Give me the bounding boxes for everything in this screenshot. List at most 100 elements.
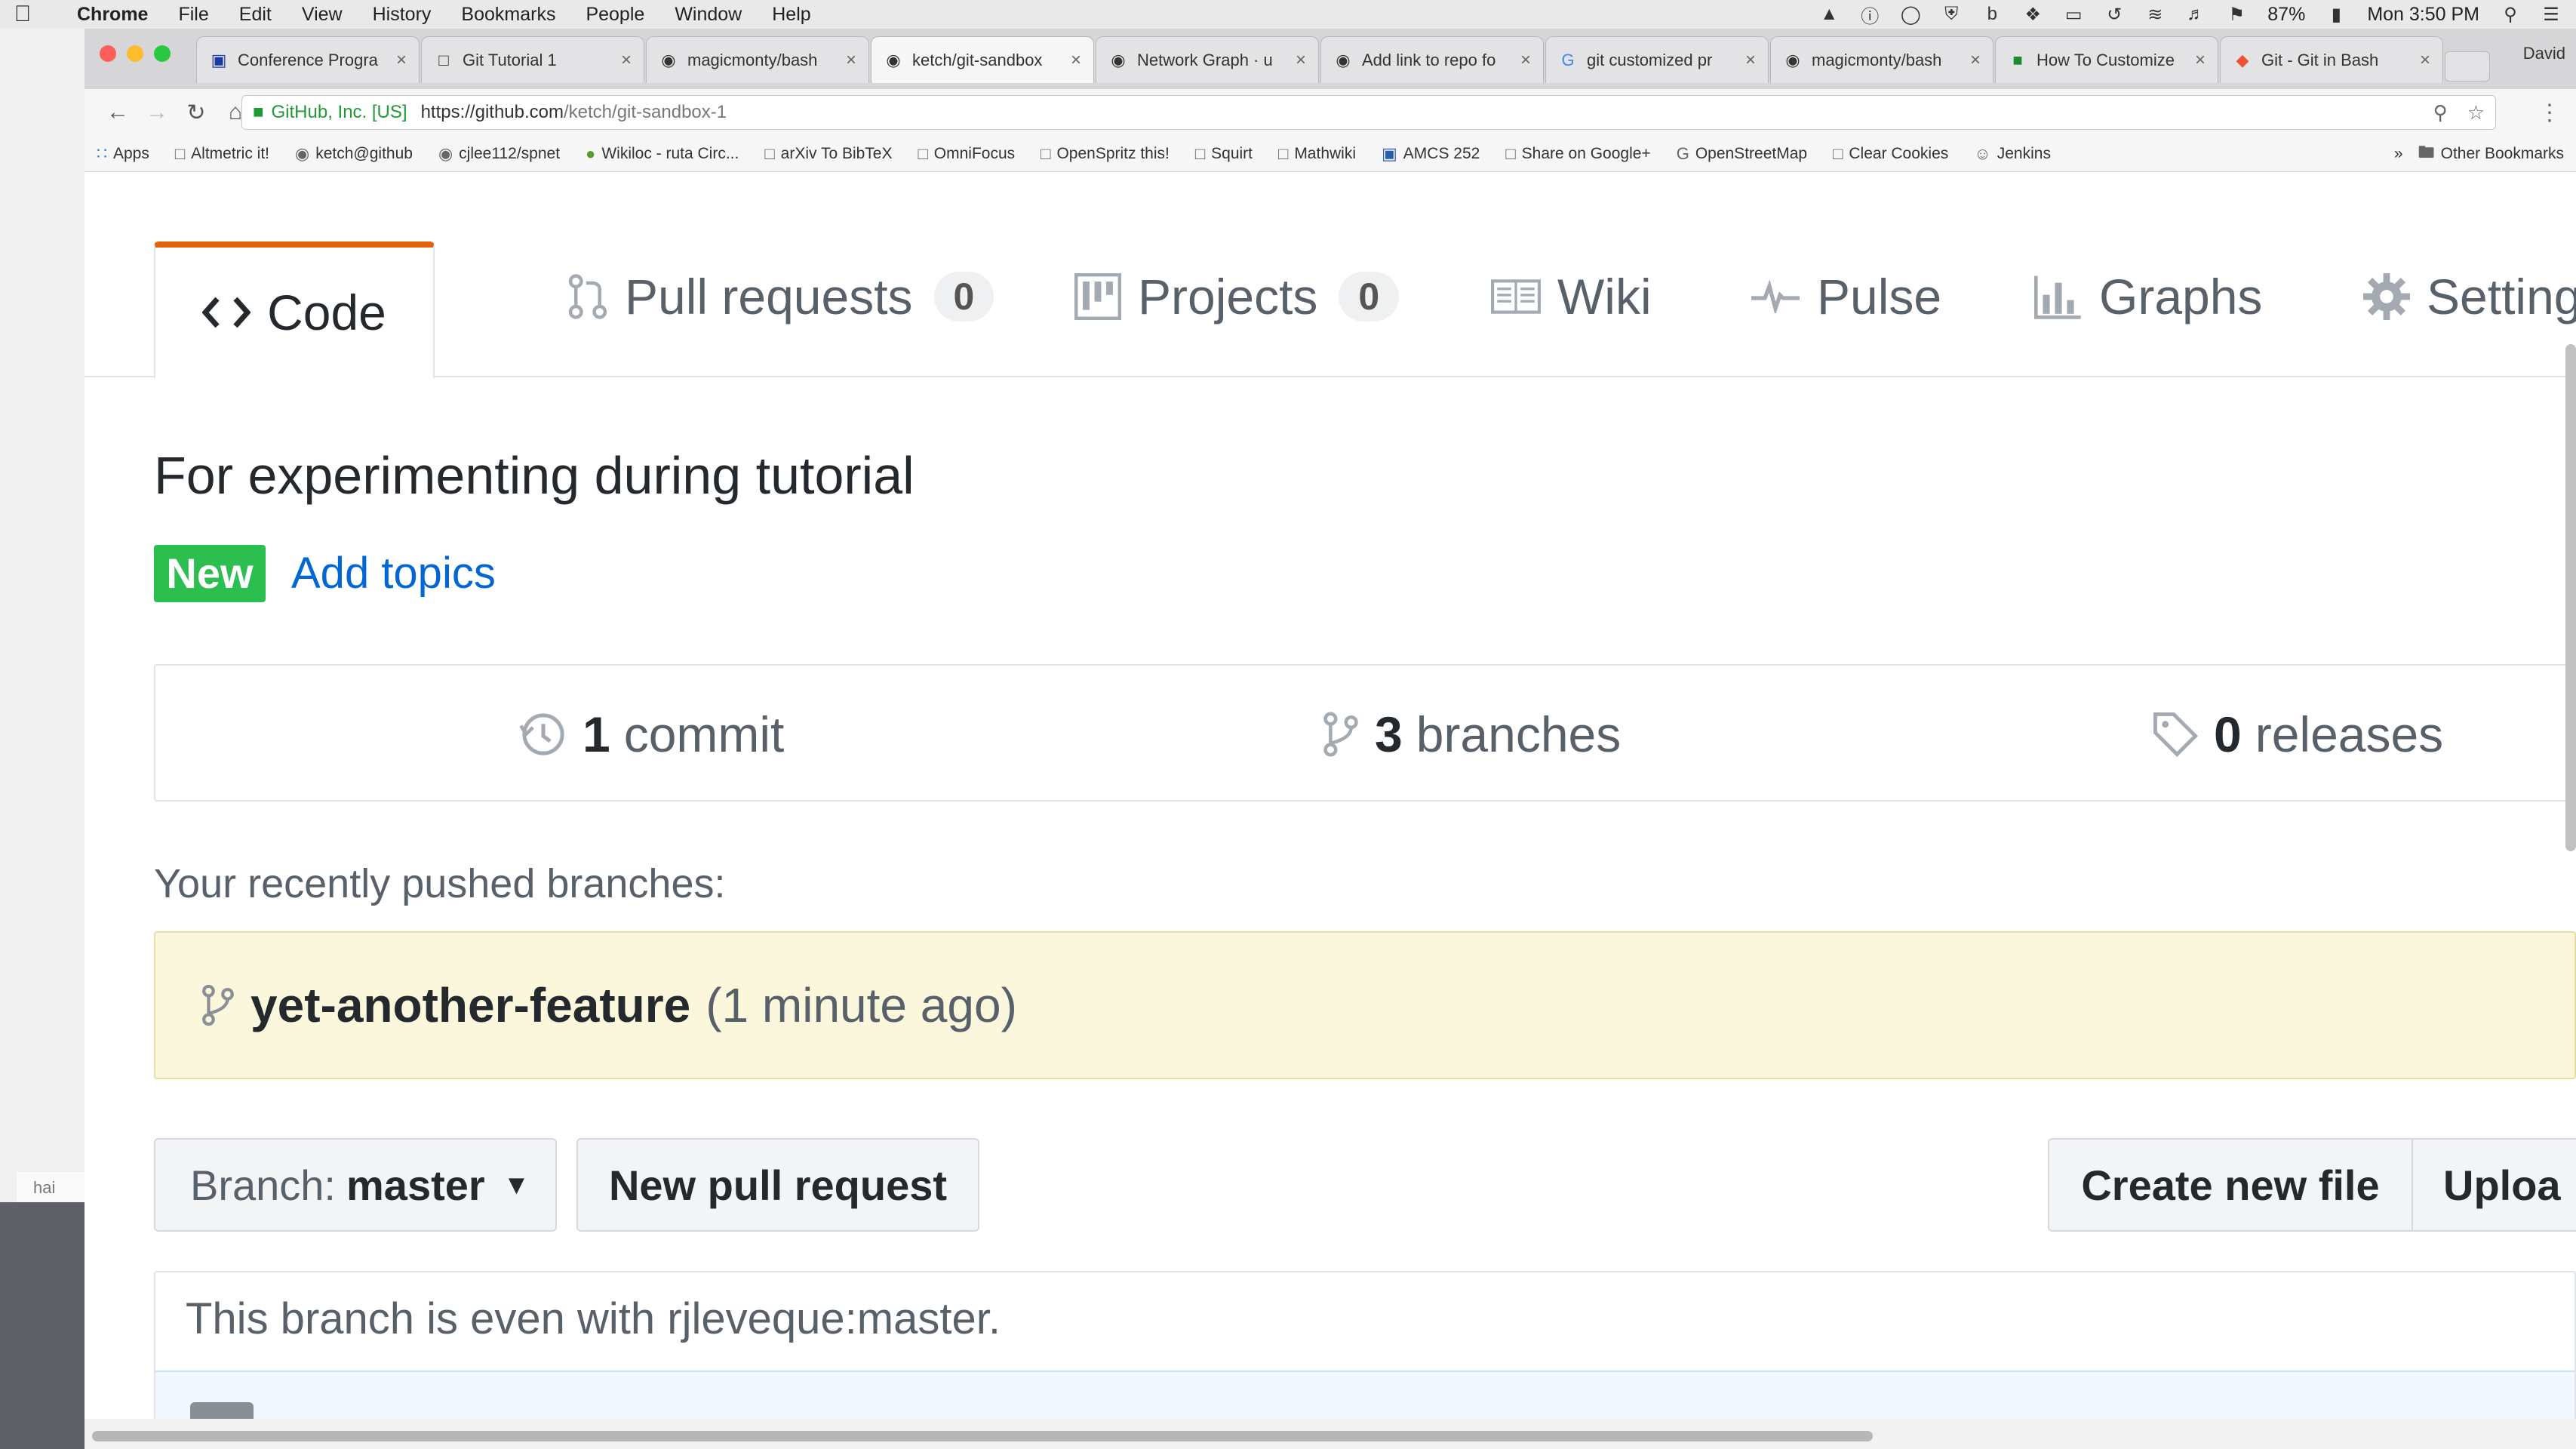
browser-tab[interactable]: ◉ magicmonty/bash ×	[646, 36, 869, 83]
bookmark-apps[interactable]: ∷ Apps	[97, 144, 149, 164]
time-machine-icon[interactable]: ↺	[2104, 5, 2124, 25]
airplay-icon[interactable]: ▭	[2064, 5, 2083, 25]
bookmark-item[interactable]: ☺ Jenkins	[1974, 144, 2051, 164]
profile-button[interactable]: David	[2523, 44, 2565, 63]
horizontal-scrollbar[interactable]	[92, 1431, 1873, 1441]
menu-app-chrome[interactable]: Chrome	[77, 4, 148, 26]
zoom-icon[interactable]: ⚲	[2433, 101, 2448, 125]
close-tab-icon[interactable]: ×	[2420, 50, 2430, 71]
forward-icon[interactable]: →	[137, 100, 177, 125]
browser-tab[interactable]: ◉ Network Graph · u ×	[1096, 36, 1319, 83]
background-window-tab[interactable]: hai	[17, 1172, 85, 1202]
minimize-window-button[interactable]	[127, 45, 143, 62]
bookmark-item[interactable]: □ OpenSpritz this!	[1041, 144, 1170, 164]
bookmark-item[interactable]: ● Wikiloc - ruta Circ...	[586, 144, 739, 164]
timer-icon[interactable]: ◯	[1901, 5, 1921, 25]
b-icon[interactable]: b	[1982, 4, 2002, 24]
add-topics-link[interactable]: Add topics	[291, 548, 496, 598]
close-tab-icon[interactable]: ×	[1296, 50, 1306, 71]
releases-link[interactable]: 0 releases	[2152, 666, 2443, 803]
flag-icon[interactable]: ⚑	[2227, 5, 2246, 25]
recent-branch-name[interactable]: yet-another-feature	[251, 977, 690, 1033]
tab-settings[interactable]: Settings	[2363, 248, 2576, 346]
branch-select-label: Branch:	[190, 1161, 336, 1209]
tab-wiki[interactable]: Wiki	[1491, 248, 1652, 346]
menu-people[interactable]: People	[586, 4, 644, 26]
bookmark-item[interactable]: □ Clear Cookies	[1833, 144, 1948, 164]
shield-icon[interactable]: ⛨	[1941, 4, 1961, 24]
volume-icon[interactable]: ♬	[2186, 4, 2206, 24]
close-tab-icon[interactable]: ×	[1745, 50, 1756, 71]
tab-pull-requests[interactable]: Pull requests 0	[567, 248, 994, 346]
star-icon[interactable]: ☆	[2467, 101, 2485, 125]
wifi-icon[interactable]: ≋	[2145, 5, 2165, 25]
chrome-menu-icon[interactable]: ⋮	[2538, 100, 2561, 126]
menu-edit[interactable]: Edit	[239, 4, 272, 26]
close-tab-icon[interactable]: ×	[1071, 50, 1081, 71]
upload-files-button[interactable]: Uploa	[2412, 1138, 2576, 1232]
dropbox-icon[interactable]: ❖	[2023, 5, 2043, 25]
address-bar[interactable]: ■ GitHub, Inc. [US] https://github.com/k…	[241, 95, 2496, 130]
tab-graphs[interactable]: Graphs	[2034, 248, 2262, 346]
back-icon[interactable]: ←	[98, 100, 137, 125]
menu-history[interactable]: History	[373, 4, 432, 26]
releases-label: releases	[2255, 706, 2444, 762]
bookmark-item[interactable]: □ Mathwiki	[1278, 144, 1356, 164]
new-tab-button[interactable]	[2445, 51, 2490, 82]
branch-icon	[1322, 710, 1360, 758]
menu-bookmarks[interactable]: Bookmarks	[461, 4, 555, 26]
chevron-right-icon[interactable]: »	[2394, 145, 2403, 163]
notification-center-icon[interactable]: ☰	[2541, 5, 2561, 25]
menu-view[interactable]: View	[302, 4, 343, 26]
battery-icon[interactable]: ▮	[2326, 5, 2346, 25]
bookmark-item[interactable]: □ arXiv To BibTeX	[764, 144, 892, 164]
close-tab-icon[interactable]: ×	[396, 50, 407, 71]
browser-tab[interactable]: □ Git Tutorial 1 ×	[421, 36, 644, 83]
bookmark-item[interactable]: ◉ cjlee112/spnet	[438, 144, 560, 164]
browser-tab[interactable]: G git customized pr ×	[1545, 36, 1769, 83]
menu-help[interactable]: Help	[772, 4, 810, 26]
tag-icon	[2152, 711, 2199, 758]
tab-code[interactable]: Code	[154, 242, 435, 379]
apple-menu-icon[interactable]: 	[0, 2, 45, 27]
tab-projects[interactable]: Projects 0	[1074, 248, 1400, 346]
close-tab-icon[interactable]: ×	[621, 50, 632, 71]
commits-link[interactable]: 1 commit	[519, 666, 784, 803]
drive-icon[interactable]: ▲	[1819, 4, 1839, 24]
close-tab-icon[interactable]: ×	[2195, 50, 2206, 71]
bookmark-item[interactable]: ◉ ketch@github	[295, 144, 413, 164]
menu-window[interactable]: Window	[675, 4, 742, 26]
browser-tab[interactable]: ◉ Add link to repo fo ×	[1320, 36, 1544, 83]
tab-pulse[interactable]: Pulse	[1751, 248, 1941, 346]
branch-select-button[interactable]: Branch: master ▼	[154, 1138, 557, 1232]
bookmark-item[interactable]: G OpenStreetMap	[1677, 144, 1807, 164]
bookmark-item[interactable]: □ Altmetric it!	[175, 144, 269, 164]
branch-icon	[201, 983, 235, 1028]
browser-tab[interactable]: ◆ Git - Git in Bash ×	[2220, 36, 2443, 83]
browser-tab[interactable]: ▣ Conference Progra ×	[196, 36, 420, 83]
close-tab-icon[interactable]: ×	[1970, 50, 1981, 71]
browser-tab[interactable]: ■ How To Customize ×	[1995, 36, 2218, 83]
bookmark-item[interactable]: □ Squirt	[1195, 144, 1253, 164]
new-pull-request-button[interactable]: New pull request	[576, 1138, 979, 1232]
browser-tab[interactable]: ◉ magicmonty/bash ×	[1770, 36, 1993, 83]
close-tab-icon[interactable]: ×	[1520, 50, 1531, 71]
onepassword-icon[interactable]: ⓘ	[1860, 5, 1880, 27]
create-new-file-button[interactable]: Create new file	[2048, 1138, 2413, 1232]
menu-file[interactable]: File	[178, 4, 208, 26]
close-window-button[interactable]	[100, 45, 116, 62]
bookmark-item[interactable]: □ OmniFocus	[918, 144, 1016, 164]
bookmark-item[interactable]: □ Share on Google+	[1505, 144, 1650, 164]
zoom-window-button[interactable]	[154, 45, 171, 62]
spotlight-icon[interactable]: ⚲	[2501, 5, 2520, 25]
clock[interactable]: Mon 3:50 PM	[2367, 4, 2479, 26]
page-icon: □	[1194, 143, 1206, 163]
browser-tab-active[interactable]: ◉ ketch/git-sandbox ×	[871, 36, 1094, 83]
reload-icon[interactable]: ↻	[177, 100, 216, 126]
bookmark-item[interactable]: ▣ AMCS 252	[1382, 144, 1480, 164]
vertical-scrollbar[interactable]	[2565, 344, 2576, 851]
close-tab-icon[interactable]: ×	[846, 50, 856, 71]
bookmarks-overflow: » 🖿 Other Bookmarks	[2394, 140, 2564, 168]
other-bookmarks[interactable]: 🖿 Other Bookmarks	[2418, 140, 2564, 168]
branches-link[interactable]: 3 branches	[1322, 666, 1621, 803]
